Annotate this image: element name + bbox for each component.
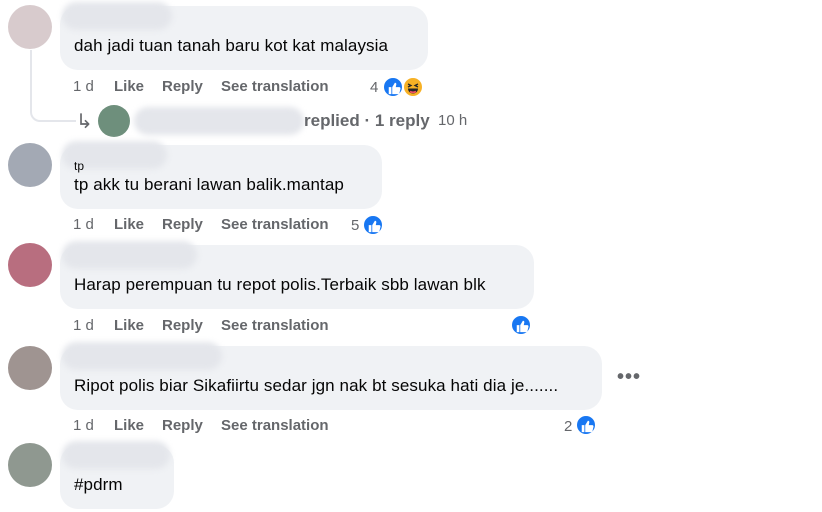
comment-time[interactable]: 1 d <box>73 317 94 334</box>
like-icon[interactable] <box>382 76 404 98</box>
comment-text: tp akk tu berani lawan balik.mantap <box>74 175 344 194</box>
commenter-name-redacted[interactable] <box>62 342 222 370</box>
replier-name-redacted[interactable] <box>134 107 304 135</box>
comment-bubble: tp tp akk tu berani lawan balik.mantap <box>60 141 382 209</box>
comment-time[interactable]: 1 d <box>73 78 94 95</box>
like-button[interactable]: Like <box>114 317 144 334</box>
reply-arrow-icon: ↳ <box>76 111 93 133</box>
reply-button[interactable]: Reply <box>162 417 203 434</box>
avatar[interactable] <box>8 143 52 187</box>
comment-bubble: Harap perempuan tu repot polis.Terbaik s… <box>60 241 534 309</box>
commenter-name-redacted[interactable] <box>62 441 170 469</box>
partial-name: tp <box>74 159 85 173</box>
commenter-name-redacted[interactable] <box>62 2 172 30</box>
more-options-icon[interactable]: ••• <box>617 366 641 389</box>
comment-time[interactable]: 1 d <box>73 216 94 233</box>
comment-text: #pdrm <box>74 475 123 494</box>
comment-bubble: dah jadi tuan tanah baru kot kat malaysi… <box>60 2 428 70</box>
haha-icon[interactable] <box>402 76 424 98</box>
reaction-count[interactable]: 5 <box>351 217 359 234</box>
reply-button[interactable]: Reply <box>162 216 203 233</box>
reply-thread[interactable]: ↳ replied · 1 reply 10 h <box>76 105 496 137</box>
avatar[interactable] <box>98 105 130 137</box>
comment-actions: 1 d Like Reply See translation <box>73 78 353 98</box>
reply-button[interactable]: Reply <box>162 78 203 95</box>
like-icon[interactable] <box>362 214 384 236</box>
avatar[interactable] <box>8 346 52 390</box>
commenter-name-redacted[interactable] <box>62 241 197 269</box>
comment-actions: 1 d Like Reply See translation <box>73 317 353 337</box>
like-icon[interactable] <box>575 414 597 436</box>
comment-bubble: Ripot polis biar Sikafiirtu sedar jgn na… <box>60 342 602 410</box>
avatar[interactable] <box>8 5 52 49</box>
comment-actions: 1 d Like Reply See translation <box>73 216 353 236</box>
see-translation-button[interactable]: See translation <box>221 317 329 334</box>
avatar[interactable] <box>8 443 52 487</box>
like-button[interactable]: Like <box>114 417 144 434</box>
see-translation-button[interactable]: See translation <box>221 216 329 233</box>
like-button[interactable]: Like <box>114 78 144 95</box>
see-translation-button[interactable]: See translation <box>221 417 329 434</box>
comment-actions: 1 d Like Reply See translation <box>73 417 353 437</box>
reply-count-label[interactable]: replied · 1 reply <box>304 111 430 131</box>
comment-bubble: #pdrm <box>60 441 174 509</box>
avatar[interactable] <box>8 243 52 287</box>
reaction-count[interactable]: 4 <box>370 79 378 96</box>
comment-time[interactable]: 1 d <box>73 417 94 434</box>
reaction-count[interactable]: 2 <box>564 418 572 435</box>
comment-text: Ripot polis biar Sikafiirtu sedar jgn na… <box>74 376 559 395</box>
thread-connector <box>30 50 76 122</box>
reply-button[interactable]: Reply <box>162 317 203 334</box>
like-icon[interactable] <box>510 314 532 336</box>
comment-text: Harap perempuan tu repot polis.Terbaik s… <box>74 275 486 294</box>
see-translation-button[interactable]: See translation <box>221 78 329 95</box>
comment-text: dah jadi tuan tanah baru kot kat malaysi… <box>74 36 389 55</box>
like-button[interactable]: Like <box>114 216 144 233</box>
reply-time: 10 h <box>438 112 468 129</box>
